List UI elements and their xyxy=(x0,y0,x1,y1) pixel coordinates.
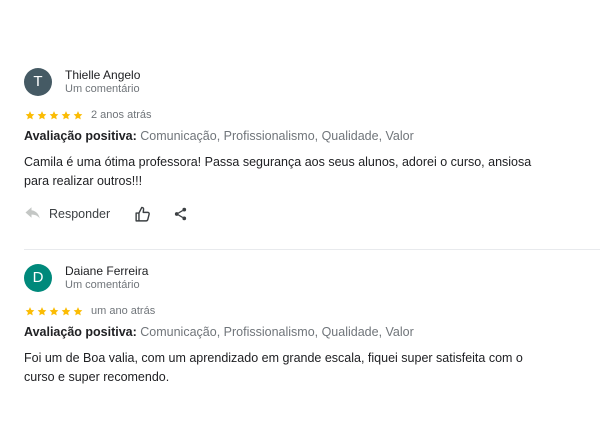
review-card: D Daiane Ferreira Um comentário um ano a… xyxy=(24,264,584,387)
review-text: Camila é uma ótima professora! Passa seg… xyxy=(24,155,532,188)
review-meta: 2 anos atrás xyxy=(24,107,584,123)
star-icon xyxy=(49,110,59,119)
positive-rating: Avaliação positiva: Comunicação, Profiss… xyxy=(24,324,584,340)
avatar[interactable]: T xyxy=(24,68,52,96)
reviewer-review-count: Um comentário xyxy=(65,83,140,95)
review-header: T Thielle Angelo Um comentário xyxy=(24,68,584,104)
star-icon xyxy=(73,306,83,315)
review-date: um ano atrás xyxy=(91,305,156,317)
like-button[interactable] xyxy=(134,206,151,223)
review-card: T Thielle Angelo Um comentário 2 anos at… xyxy=(24,68,584,224)
share-button[interactable] xyxy=(173,206,188,222)
positive-rating-values: Comunicação, Profissionalismo, Qualidade… xyxy=(140,325,414,339)
positive-rating-values: Comunicação, Profissionalismo, Qualidade… xyxy=(140,129,414,143)
star-rating xyxy=(24,110,84,121)
review-date: 2 anos atrás xyxy=(91,109,152,121)
star-icon xyxy=(61,306,71,315)
positive-rating-label: Avaliação positiva: xyxy=(24,129,137,143)
reviewer-name[interactable]: Thielle Angelo xyxy=(65,69,140,82)
share-icon xyxy=(175,207,187,221)
review-actions: Responder xyxy=(24,204,584,224)
positive-rating-label: Avaliação positiva: xyxy=(24,325,137,339)
reply-button[interactable]: Responder xyxy=(24,207,110,221)
review-header: D Daiane Ferreira Um comentário xyxy=(24,264,584,300)
reviewer-name[interactable]: Daiane Ferreira xyxy=(65,265,148,278)
avatar[interactable]: D xyxy=(24,264,52,292)
star-icon xyxy=(61,110,71,119)
review-meta: um ano atrás xyxy=(24,303,584,319)
star-icon xyxy=(73,110,83,119)
star-icon xyxy=(25,306,35,315)
review-text: Foi um de Boa valia, com um aprendizado … xyxy=(24,351,523,384)
positive-rating: Avaliação positiva: Comunicação, Profiss… xyxy=(24,128,584,144)
thumbs-up-icon xyxy=(135,206,151,222)
reviews-page: T Thielle Angelo Um comentário 2 anos at… xyxy=(0,0,600,448)
star-icon xyxy=(37,306,47,315)
star-rating xyxy=(24,306,84,317)
divider xyxy=(24,249,600,250)
star-icon xyxy=(25,110,35,119)
star-icon xyxy=(49,306,59,315)
reply-arrow-icon xyxy=(25,207,40,219)
reply-button-label: Responder xyxy=(49,207,111,221)
reviewer-review-count: Um comentário xyxy=(65,279,140,291)
star-icon xyxy=(37,110,47,119)
